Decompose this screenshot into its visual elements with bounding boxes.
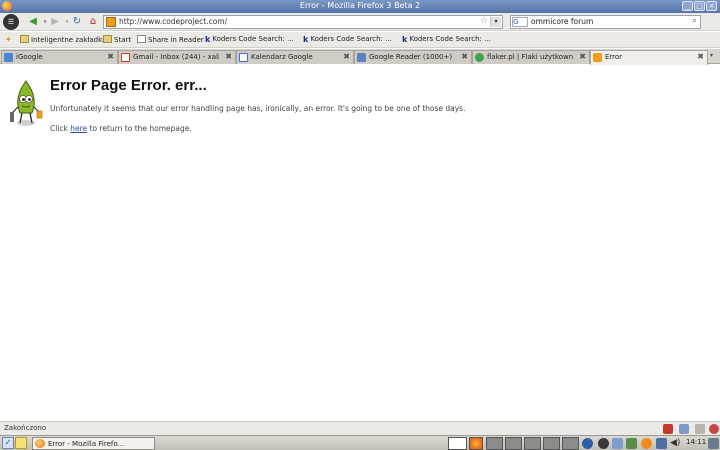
search-icon[interactable]: ⌕ [692,16,697,26]
tab-flaker[interactable]: flaker.pl | Flaki użytkowni... ✖ [472,50,590,64]
taskbar-window-button[interactable]: Error - Mozilla Firefo... [32,437,155,450]
bookmark-star-icon[interactable]: ☆ [480,16,488,26]
close-button[interactable]: × [706,1,717,11]
tray-display-icon[interactable] [656,438,667,449]
reload-icon[interactable]: ↻ [70,15,84,29]
bookmark-item[interactable]: k Koders Code Search: ... [303,35,392,46]
window-title: Error - Mozilla Firefox 3 Beta 2 [299,1,421,10]
gmail-favicon-icon [121,53,130,62]
bookmark-item[interactable]: k Koders Code Search: ... [205,35,294,46]
show-desktop-icon[interactable] [448,437,467,450]
tab-igoogle[interactable]: iGoogle ✖ [1,50,118,64]
workspace-4[interactable] [524,437,541,450]
search-engine-icon[interactable]: G [512,17,528,27]
bookmark-item[interactable]: Share in Reader [137,35,204,46]
tab-calendar[interactable]: Kalendarz Google ✖ [236,50,354,64]
tray-network-icon[interactable] [582,438,593,449]
koders-icon: k [303,35,309,44]
status-text: Zakończono [4,424,47,432]
koders-icon: k [402,35,408,44]
page-icon [137,35,146,43]
return-instruction: Click here to return to the homepage. [50,124,192,133]
minimize-button[interactable]: _ [682,1,693,11]
tray-moon-icon[interactable] [598,438,609,449]
bookmarks-toolbar: ✦ Inteligentne zakładki Start Share in R… [0,32,720,48]
workspace-5[interactable] [543,437,560,450]
url-text[interactable]: http://www.codeproject.com/ [119,17,227,26]
workspace-3[interactable] [505,437,522,450]
tab-gmail[interactable]: Gmail - Inbox (244) - xalld... ✖ [118,50,236,64]
bob-mascot-icon [10,80,43,126]
codeproject-favicon-icon [593,53,602,62]
workspace-2[interactable] [486,437,503,450]
window-titlebar: Error - Mozilla Firefox 3 Beta 2 _ □ × [0,0,720,13]
folder-icon [20,35,29,43]
status-bar: Zakończono [0,421,720,435]
error-message: Unfortunately it seems that our error ha… [50,104,466,113]
tab-bar: iGoogle ✖ Gmail - Inbox (244) - xalld...… [0,49,720,65]
reader-favicon-icon [357,53,366,62]
bookmark-item[interactable]: Inteligentne zakładki [20,35,104,46]
tray-trash-icon[interactable] [708,438,719,449]
calendar-favicon-icon [239,53,248,62]
page-title: Error Page Error. err... [50,77,207,94]
url-dropdown-icon[interactable]: ▾ [490,17,501,27]
search-bar[interactable]: G ommicore forum ⌕ [510,15,701,29]
close-tab-icon[interactable]: ✖ [697,52,704,61]
tray-chat-icon[interactable] [612,438,623,449]
folder-icon [103,35,112,43]
close-tab-icon[interactable]: ✖ [579,52,586,61]
bookmark-item[interactable]: Start [103,35,131,46]
home-icon[interactable]: ⌂ [86,15,100,29]
workspace-firefox-icon[interactable] [469,437,483,450]
url-bar[interactable]: http://www.codeproject.com/ ☆ ▾ [103,15,503,29]
tray-warning-icon[interactable] [641,438,652,449]
tab-error[interactable]: Error ✖ [590,50,708,65]
search-input[interactable]: ommicore forum [531,17,593,26]
close-tab-icon[interactable]: ✖ [343,52,350,61]
tab-list-dropdown-icon[interactable]: ▾ [710,52,713,59]
page-content: Error Page Error. err... Unfortunately i… [0,65,720,421]
status-panel-icon[interactable] [695,424,705,434]
status-addon-icon[interactable] [679,424,689,434]
adblock-icon[interactable] [663,424,673,434]
flaker-favicon-icon [475,53,484,62]
workspace-6[interactable] [562,437,579,450]
close-tab-icon[interactable]: ✖ [461,52,468,61]
menu-button[interactable]: ☰ [3,14,19,30]
koders-icon: k [205,35,211,44]
notes-launcher-icon[interactable] [15,437,27,449]
volume-icon[interactable]: ◀) [670,438,681,449]
taskbar: ✓ Error - Mozilla Firefo... ◀) 14:11 [0,435,720,450]
maximize-button[interactable]: □ [694,1,705,11]
clock[interactable]: 14:11 [686,438,706,446]
close-tab-icon[interactable]: ✖ [107,52,114,61]
tab-google-reader[interactable]: Google Reader (1000+) ✖ [354,50,472,64]
tray-update-icon[interactable] [626,438,637,449]
homepage-link[interactable]: here [70,124,87,133]
status-alert-icon[interactable] [709,424,719,434]
close-tab-icon[interactable]: ✖ [225,52,232,61]
navigation-toolbar: ☰ ◀ ▾ ▶ ▾ ↻ ⌂ http://www.codeproject.com… [0,13,720,31]
start-menu-icon[interactable]: ✓ [2,437,14,449]
bookmark-item[interactable]: k Koders Code Search: ... [402,35,491,46]
firefox-icon [35,439,45,448]
bookmark-star-menu-icon[interactable]: ✦ [5,35,12,46]
igoogle-favicon-icon [4,53,13,62]
site-favicon-icon [106,17,116,27]
